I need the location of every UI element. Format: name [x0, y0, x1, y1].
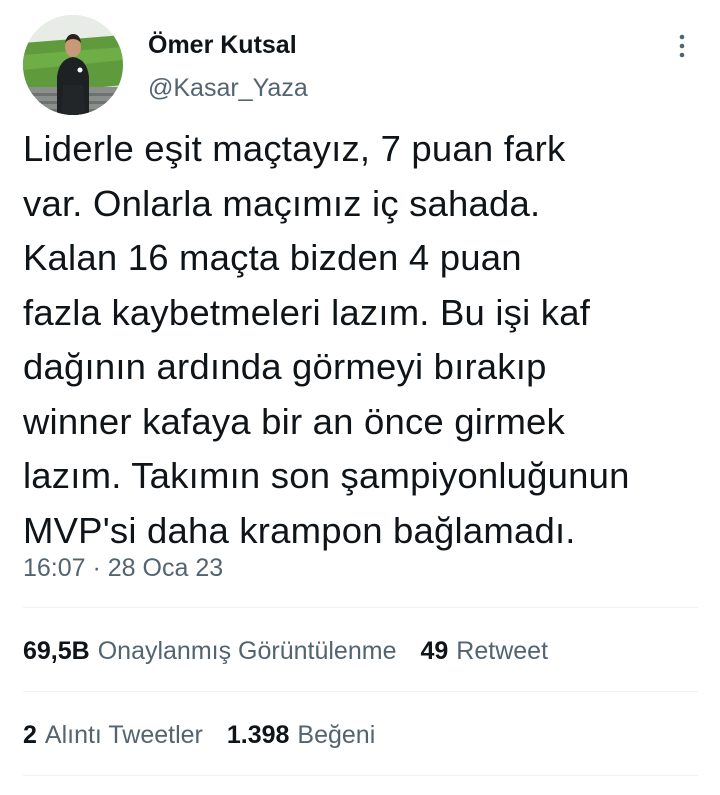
- retweets-count: 49: [420, 637, 449, 665]
- quotes-count: 2: [23, 721, 37, 749]
- likes-count: 1.398: [226, 721, 290, 749]
- quotes-label: Alıntı Tweetler: [44, 721, 203, 749]
- retweets-label: Retweet: [456, 637, 549, 665]
- author-name[interactable]: Ömer Kutsal: [148, 30, 297, 60]
- stats-row-quotes-likes: 2 Alıntı Tweetler 1.398 Beğeni: [23, 720, 399, 750]
- retweets-stat[interactable]: 49 Retweet: [420, 636, 548, 666]
- tweet-timestamp[interactable]: 16:07 · 28 Oca 23: [23, 553, 223, 583]
- tweet-detail: Ömer Kutsal @Kasar_Yaza Liderle eşit maç…: [0, 0, 720, 795]
- likes-label: Beğeni: [297, 721, 376, 749]
- views-label: Onaylanmış Görüntülenme: [97, 637, 397, 665]
- likes-stat[interactable]: 1.398 Beğeni: [227, 720, 375, 750]
- author-handle[interactable]: @Kasar_Yaza: [148, 73, 308, 103]
- stats-row-views-retweets: 69,5B Onaylanmış Görüntülenme 49 Retweet: [23, 636, 572, 666]
- divider: [23, 691, 698, 692]
- divider: [23, 607, 698, 608]
- avatar-photo: [23, 15, 123, 115]
- tweet-text: Liderle eşit maçtayız, 7 puan fark var. …: [23, 128, 630, 551]
- more-options-button[interactable]: [664, 30, 700, 62]
- quotes-stat[interactable]: 2 Alıntı Tweetler: [23, 720, 203, 750]
- views-count: 69,5B: [23, 637, 90, 665]
- views-stat[interactable]: 69,5B Onaylanmış Görüntülenme: [23, 636, 396, 666]
- divider: [23, 775, 698, 776]
- avatar[interactable]: [23, 15, 123, 115]
- more-vertical-icon: [679, 34, 685, 58]
